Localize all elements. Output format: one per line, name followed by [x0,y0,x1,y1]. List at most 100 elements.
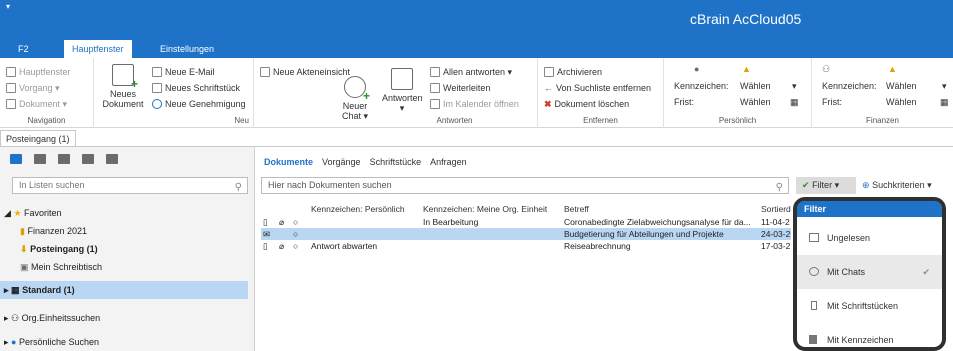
cell-date: 17-03-2 [761,241,791,251]
archive-icon [544,67,554,77]
table-row[interactable]: ✉ ○ Budgetierung für Abteilungen und Pro… [261,228,791,240]
chat-icon: ○ [293,229,299,239]
inbox-icon[interactable] [10,154,22,164]
tree-mein-schreibtisch[interactable]: ▣ Mein Schreibtisch [0,258,102,276]
email-icon: ✉ [263,229,271,239]
app-title: cBrain AcCloud05 [690,11,802,27]
tree-org-einheitssuchen[interactable]: ▸ ⚇ Org.Einheitssuchen [0,309,100,327]
star-icon: ★ [13,208,22,218]
tab-schriftstuecke[interactable]: Schriftstücke [370,157,422,167]
nav-hauptfenster[interactable]: Hauptfenster [6,66,71,78]
filter-item-mit-schriftstuecken[interactable]: Mit Schriftstücken [797,289,942,323]
filter-item-mit-kennzeichen[interactable]: Mit Kennzeichen [797,323,942,347]
filter-item-ungelesen[interactable]: Ungelesen [797,221,942,255]
tree-favoriten[interactable]: ◢ ★ Favoriten [0,204,62,222]
kennzeichen-select-finanzen[interactable]: Wählen [886,80,917,92]
tab-einstellungen[interactable]: Einstellungen [152,40,222,58]
tab-vorgaenge[interactable]: Vorgänge [322,157,361,167]
cell-subject: Reiseabrechnung [564,241,631,251]
tab-dokumente[interactable]: Dokumente [264,157,313,167]
cell-subject: Budgetierung für Abteilungen und Projekt… [564,229,724,239]
user-icon: ● [11,337,17,347]
new-document-button[interactable]: + Neues Dokument [100,64,146,109]
list-search-input[interactable]: In Listen suchen ⚲ [12,177,248,194]
delete-document-button[interactable]: ✖ Dokument löschen [544,98,629,110]
nav-vorgang[interactable]: Vorgang ▾ [6,82,60,94]
expand-icon[interactable]: ▸ [4,337,9,347]
tree-persoenliche-suchen[interactable]: ▸ ● Persönliche Suchen [0,333,99,351]
frist-select-finanzen[interactable]: Wählen [886,96,917,108]
tab-posteingang[interactable]: Posteingang (1) [0,130,76,146]
chat-icon: ○ [293,241,299,251]
tree-icon[interactable] [34,154,46,164]
expand-icon[interactable]: ◢ [4,208,11,218]
kennzeichen-dropdown-icon-personal[interactable]: ▾ [792,80,797,92]
tab-hauptfenster[interactable]: Hauptfenster [64,40,132,58]
table-row[interactable]: ▯ ⌀ ○ In Bearbeitung Coronabedingte Ziel… [261,216,791,228]
flag-icon [809,335,817,344]
cell-personal: Antwort abwarten [311,241,378,251]
frist-calendar-icon-personal[interactable]: ▦ [790,96,799,108]
frist-select-personal[interactable]: Wählen [740,96,771,108]
reply-all-icon [430,67,440,77]
check-icon: ✔ [922,267,930,277]
org-icon: ⚇ [11,313,20,323]
search-icon[interactable]: ⚲ [235,180,242,195]
remove-from-search-button[interactable]: ← Von Suchliste entfernen [544,82,651,94]
tab-f2[interactable]: F2 [10,40,37,58]
expand-icon[interactable]: ▸ [4,285,9,295]
kennzeichen-label-finanzen: Kennzeichen: [822,81,877,91]
expand-icon[interactable]: ▸ [4,313,9,323]
new-email-button[interactable]: Neue E-Mail [152,66,215,78]
ribbon-tabs: F2 Hauptfenster Einstellungen [0,40,953,58]
document-icon: ▯ [263,241,268,251]
frist-label-personal: Frist: [674,97,694,107]
kennzeichen-select-personal[interactable]: Wählen [740,80,771,92]
reply-all-button[interactable]: Allen antworten ▾ [430,66,512,78]
group-persoenlich: ● ▲ Kennzeichen: Wählen ▾ Frist: Wählen … [664,58,812,128]
table-row[interactable]: ▯ ⌀ ○ Antwort abwarten Reiseabrechnung 1… [261,240,791,252]
quick-access-menu[interactable]: ▾ [6,2,10,11]
search-icon[interactable]: ⚲ [776,180,783,195]
document-search-input[interactable]: Hier nach Dokumenten suchen ⚲ [261,177,789,194]
column-header-personal[interactable]: Kennzeichen: Persönlich [311,203,405,215]
kennzeichen-dropdown-icon-finanzen[interactable]: ▾ [942,80,947,92]
column-header-date[interactable]: Sortierd [761,203,791,215]
arrow-left-icon: ← [544,83,553,93]
group-label-entfernen: Entfernen [583,116,618,125]
forward-button[interactable]: Weiterleiten [430,82,490,94]
list-icon[interactable] [58,154,70,164]
search-criteria-button[interactable]: ⊕ Suchkriterien ▾ [862,177,932,194]
forward-icon [430,83,440,93]
ribbon: Hauptfenster Vorgang ▾ Dokument ▾ Naviga… [0,58,953,128]
reply-button[interactable]: Antworten ▾ [382,68,423,113]
org-icon: ⚇ [822,64,831,74]
flag-icon: ▮ [20,226,25,236]
folder-icon[interactable] [106,154,118,164]
column-header-subject[interactable]: Betreff [564,203,589,215]
frist-calendar-icon-finanzen[interactable]: ▦ [940,96,949,108]
tree-standard[interactable]: ▸ ▦ Standard (1) [0,281,248,299]
group-icon[interactable] [82,154,94,164]
tree-finanzen-2021[interactable]: ▮ Finanzen 2021 [0,222,87,240]
filter-item-mit-chats[interactable]: Mit Chats ✔ [797,255,942,289]
nav-dokument[interactable]: Dokument ▾ [6,98,67,110]
column-header-org[interactable]: Kennzeichen: Meine Org. Einheit [423,203,547,215]
tab-anfragen[interactable]: Anfragen [430,157,467,167]
new-schriftstueck-button[interactable]: Neues Schriftstück [152,82,240,94]
filter-button[interactable]: ✔ Filter ▾ [796,177,856,194]
new-akteneinsicht-button[interactable]: Neue Akteneinsicht [260,66,350,78]
group-entfernen: Archivieren ← Von Suchliste entfernen ✖ Do… [538,58,664,128]
new-approval-button[interactable]: Neue Genehmigung [152,98,246,110]
calendar-icon [430,99,440,109]
filter-popup: Filter Ungelesen Mit Chats ✔ Mit Schrift… [793,197,946,351]
delete-icon: ✖ [544,98,552,109]
open-calendar-button[interactable]: Im Kalender öffnen [430,98,519,110]
tree-posteingang[interactable]: ⬇ Posteingang (1) [0,240,98,258]
flag-icon: ▲ [888,64,897,74]
approval-icon [152,99,162,109]
note-icon [152,83,162,93]
new-chat-button[interactable]: + Neuer Chat ▾ [338,76,372,121]
group-antworten: Antworten ▾ Allen antworten ▾ Weiterleit… [372,58,538,128]
archive-button[interactable]: Archivieren [544,66,602,78]
